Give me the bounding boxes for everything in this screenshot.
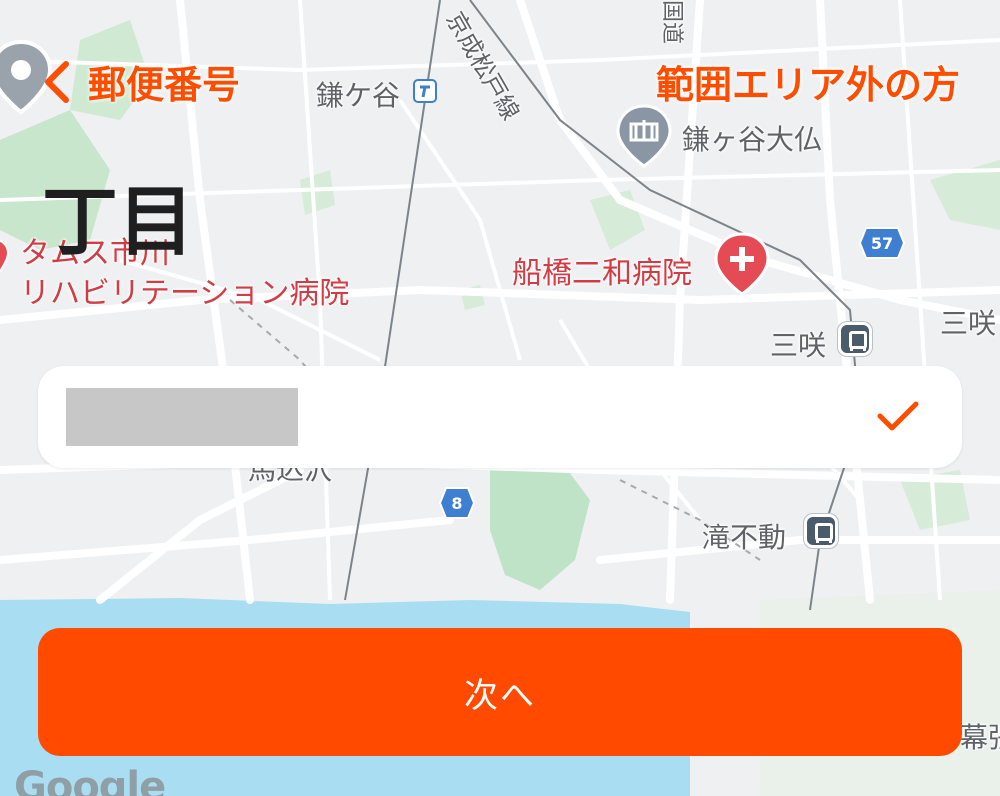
hospital-pin-icon[interactable] <box>712 232 772 298</box>
next-button[interactable]: 次へ <box>38 628 962 756</box>
hospital-pin-left-icon[interactable] <box>0 238 10 282</box>
route-8-number: 8 <box>451 494 462 513</box>
back-button[interactable]: 郵便番号 <box>36 54 240 109</box>
map-label-makuhari: 幕張 <box>960 721 1000 754</box>
route-57-number: 57 <box>871 234 893 253</box>
page-title: 丁目 <box>42 177 194 266</box>
chome-input-field[interactable] <box>38 366 962 468</box>
route-57-shield: 57 <box>858 227 906 259</box>
route-8-shield: 8 <box>438 487 476 519</box>
redacted-input-value <box>66 388 298 446</box>
train-station-icon-misaki[interactable] <box>838 322 872 356</box>
out-of-area-link[interactable]: 範囲エリア外の方 <box>656 54 960 109</box>
chevron-left-icon <box>45 60 69 103</box>
top-bar: 郵便番号 範囲エリア外の方 <box>0 39 1000 120</box>
next-button-label: 次へ <box>464 675 536 716</box>
map-label-misaki-area: 三咲 <box>940 307 997 340</box>
back-button-label: 郵便番号 <box>88 63 241 107</box>
map-label-funabashi-hospital: 船橋二和病院 <box>512 256 692 291</box>
map-label-road-partial: 国道 <box>659 0 684 45</box>
train-station-icon-takifudo[interactable] <box>804 514 838 548</box>
map-label-takifudo-station: 滝不動 <box>702 521 787 554</box>
checkmark-icon <box>877 401 919 431</box>
google-logo: Google <box>14 764 166 796</box>
map-label-tamusu-hospital-line2: リハビリテーション病院 <box>20 276 350 311</box>
map-label-misaki-station: 三咲 <box>770 329 827 362</box>
map-label-temple: 鎌ヶ谷大仏 <box>682 123 823 156</box>
